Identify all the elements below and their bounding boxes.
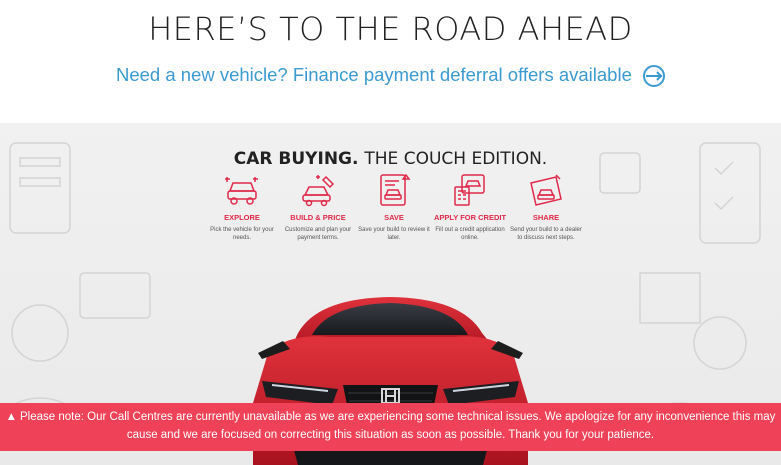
step-desc: Save your build to review it later. bbox=[358, 227, 430, 241]
hero-title: CAR BUYING. THE COUCH EDITION. bbox=[0, 149, 781, 169]
warning-icon: ▲ bbox=[5, 411, 18, 423]
arrow-circle-icon bbox=[643, 65, 666, 88]
credit-apply-icon bbox=[454, 174, 485, 206]
step-desc: Send your build to a dealer to discuss n… bbox=[510, 227, 582, 241]
step-build-price[interactable]: BUILD & PRICE Customize and plan your pa… bbox=[281, 173, 355, 242]
step-apply-credit[interactable]: APPLY FOR CREDIT Fill out a credit appli… bbox=[433, 173, 507, 242]
step-title: SHARE bbox=[532, 213, 560, 222]
car-explore-icon bbox=[225, 177, 258, 205]
step-title: EXPLORE bbox=[224, 213, 260, 222]
finance-offer-label: Need a new vehicle? Finance payment defe… bbox=[115, 64, 632, 85]
hero-title-bold: CAR BUYING. bbox=[233, 149, 359, 169]
step-share[interactable]: SHARE Send your build to a dealer to dis… bbox=[509, 173, 583, 242]
share-icon bbox=[530, 174, 562, 206]
step-title: BUILD & PRICE bbox=[290, 213, 346, 222]
step-desc: Customize and plan your payment terms. bbox=[284, 227, 352, 241]
hero-title-light: THE COUCH EDITION. bbox=[364, 149, 548, 169]
step-title: APPLY FOR CREDIT bbox=[433, 213, 507, 222]
step-title: SAVE bbox=[384, 213, 404, 222]
car-build-icon bbox=[302, 175, 335, 207]
call-centre-notice: ▲ Please note: Our Call Centres are curre… bbox=[0, 403, 781, 451]
car-save-icon bbox=[380, 173, 411, 206]
notice-text: Please note: Our Call Centres are curren… bbox=[20, 411, 776, 441]
step-save[interactable]: SAVE Save your build to review it later. bbox=[357, 173, 431, 242]
page-headline: HERE’S TO THE ROAD AHEAD bbox=[148, 10, 633, 48]
finance-offer-link[interactable]: Need a new vehicle? Finance payment defe… bbox=[0, 64, 781, 88]
steps-list: EXPLORE Pick the vehicle for your needs.… bbox=[205, 173, 583, 313]
step-desc: Fill out a credit application online. bbox=[435, 227, 505, 241]
step-desc: Pick the vehicle for your needs. bbox=[210, 227, 274, 241]
step-explore[interactable]: EXPLORE Pick the vehicle for your needs. bbox=[205, 173, 279, 242]
